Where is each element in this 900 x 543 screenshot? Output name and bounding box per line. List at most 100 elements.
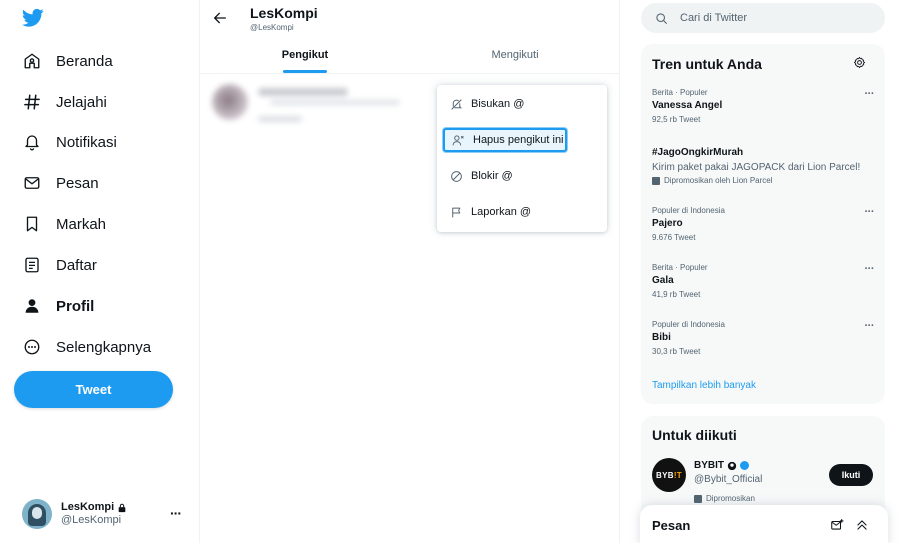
account-more-icon[interactable]: ··· xyxy=(170,505,182,521)
left-sidebar: Beranda Jelajahi Notifikasi Pesan Markah… xyxy=(0,0,200,543)
hashtag-icon xyxy=(20,90,44,114)
tab-pengikut[interactable]: Pengikut xyxy=(200,40,410,74)
account-name: LesKompi xyxy=(61,501,115,513)
verified-icon xyxy=(740,461,749,470)
nav-label: Profil xyxy=(56,297,95,315)
trend-name: #JagoOngkirMurah xyxy=(652,147,744,158)
trend-name: Bibi xyxy=(652,332,671,343)
avatar[interactable]: BYB !T xyxy=(652,458,686,492)
mute-icon xyxy=(449,97,463,111)
tweet-button[interactable]: Tweet xyxy=(14,371,173,408)
who-to-follow-title: Untuk diikuti xyxy=(652,427,737,443)
show-more-link[interactable]: Tampilkan lebih banyak xyxy=(652,380,756,391)
nav-item-jelajahi[interactable]: Jelajahi xyxy=(20,87,107,117)
badge-icon xyxy=(727,461,737,470)
menu-item-label: Blokir @ xyxy=(471,170,513,182)
avatar xyxy=(22,499,52,529)
promoted-icon xyxy=(694,494,702,503)
search-placeholder: Cari di Twitter xyxy=(680,12,748,24)
menu-item-label: Laporkan @ xyxy=(471,206,532,218)
nav-item-pesan[interactable]: Pesan xyxy=(20,168,99,198)
trend-more-icon[interactable]: ··· xyxy=(865,320,875,332)
trend-item[interactable]: Berita · Populer Gala 41,9 rb Tweet ··· xyxy=(652,263,874,300)
twitter-logo-icon[interactable] xyxy=(22,8,44,28)
trend-meta: Populer di Indonesia xyxy=(652,206,725,215)
menu-item-block[interactable]: Blokir @ xyxy=(437,158,607,194)
envelope-icon xyxy=(20,171,44,195)
account-handle: @LesKompi xyxy=(61,514,122,526)
trend-item[interactable]: Populer di Indonesia Pajero 9.676 Tweet … xyxy=(652,206,874,243)
tab-mengikuti[interactable]: Mengikuti xyxy=(410,40,620,74)
nav-item-daftar[interactable]: Daftar xyxy=(20,250,97,280)
trend-promo-description: Kirim paket pakai JAGOPACK dari Lion Par… xyxy=(652,162,861,173)
trends-panel: Tren untuk Anda Berita · Populer Vanessa… xyxy=(641,44,885,404)
trend-count: 92,5 rb Tweet xyxy=(652,115,701,124)
active-tab-indicator xyxy=(283,70,327,73)
nav-label: Markah xyxy=(56,215,107,233)
list-icon xyxy=(20,253,44,277)
trend-more-icon[interactable]: ··· xyxy=(865,88,875,100)
trend-meta: Berita · Populer xyxy=(652,88,708,97)
trends-title: Tren untuk Anda xyxy=(652,56,762,72)
trend-more-icon[interactable]: ··· xyxy=(865,206,875,218)
search-input[interactable]: Cari di Twitter xyxy=(641,3,885,33)
suggested-account-handle: @Bybit_Official xyxy=(694,474,763,485)
nav-label: Pesan xyxy=(56,174,99,192)
avatar-text-highlight: !T xyxy=(673,470,682,480)
nav-label: Beranda xyxy=(56,52,113,70)
menu-item-mute[interactable]: Bisukan @ xyxy=(437,86,607,122)
menu-item-label: Bisukan @ xyxy=(471,98,525,110)
promoted-label: Dipromosikan xyxy=(706,494,755,503)
page-subtitle-handle: @LesKompi xyxy=(250,23,294,32)
trend-item[interactable]: Populer di Indonesia Bibi 30,3 rb Tweet … xyxy=(652,320,874,357)
nav-label: Selengkapnya xyxy=(56,338,152,356)
menu-item-label: Hapus pengikut ini xyxy=(473,134,564,146)
lock-icon xyxy=(118,503,126,512)
follower-action-menu: Bisukan @ Hapus pengikut ini Blokir @ La… xyxy=(437,85,607,232)
trend-count: 9.676 Tweet xyxy=(652,233,696,242)
trend-item[interactable]: Berita · Populer Vanessa Angel 92,5 rb T… xyxy=(652,88,874,125)
messages-drawer[interactable]: Pesan xyxy=(640,505,888,543)
nav-item-notifikasi[interactable]: Notifikasi xyxy=(20,127,117,157)
home-icon xyxy=(20,49,44,73)
trend-item-promoted[interactable]: #JagoOngkirMurah Kirim paket pakai JAGOP… xyxy=(652,145,874,185)
nav-label: Daftar xyxy=(56,256,97,274)
nav-item-profil[interactable]: Profil xyxy=(20,291,94,321)
trend-promoted-by: Dipromosikan oleh Lion Parcel xyxy=(664,176,773,185)
new-message-icon[interactable] xyxy=(830,518,844,532)
trend-count: 30,3 rb Tweet xyxy=(652,347,701,356)
avatar-text: BYB xyxy=(656,470,674,480)
chevron-double-up-icon[interactable] xyxy=(855,518,869,532)
flag-icon xyxy=(449,205,463,219)
gear-icon[interactable] xyxy=(853,56,866,69)
account-switcher[interactable]: LesKompi @LesKompi ··· xyxy=(14,493,189,535)
more-circle-icon xyxy=(20,335,44,359)
menu-item-remove-follower[interactable]: Hapus pengikut ini xyxy=(443,128,567,152)
trend-name: Gala xyxy=(652,275,674,286)
nav-label: Notifikasi xyxy=(56,133,117,151)
trend-name: Pajero xyxy=(652,218,683,229)
nav-item-markah[interactable]: Markah xyxy=(20,209,106,239)
follower-row-blurred[interactable] xyxy=(210,82,420,132)
back-arrow-icon[interactable] xyxy=(212,10,228,26)
bookmark-icon xyxy=(20,212,44,236)
nav-label: Jelajahi xyxy=(56,93,107,111)
nav-item-selengkapnya[interactable]: Selengkapnya xyxy=(20,332,151,362)
trend-count: 41,9 rb Tweet xyxy=(652,290,701,299)
tab-bar: Pengikut Mengikuti xyxy=(200,40,620,74)
remove-follower-icon xyxy=(451,133,465,147)
trend-more-icon[interactable]: ··· xyxy=(865,263,875,275)
follow-button[interactable]: Ikuti xyxy=(829,464,873,486)
nav-item-beranda[interactable]: Beranda xyxy=(20,46,113,76)
main-column: LesKompi @LesKompi Pengikut Mengikuti xyxy=(200,0,620,543)
messages-drawer-title: Pesan xyxy=(652,518,691,533)
page-title: LesKompi xyxy=(250,5,318,21)
search-icon xyxy=(656,12,667,24)
trend-meta: Populer di Indonesia xyxy=(652,320,725,329)
suggested-account-name[interactable]: BYBIT xyxy=(694,460,724,471)
trend-meta: Berita · Populer xyxy=(652,263,708,272)
person-icon xyxy=(20,294,44,318)
trend-name: Vanessa Angel xyxy=(652,100,723,111)
block-icon xyxy=(449,169,463,183)
menu-item-report[interactable]: Laporkan @ xyxy=(437,194,607,230)
